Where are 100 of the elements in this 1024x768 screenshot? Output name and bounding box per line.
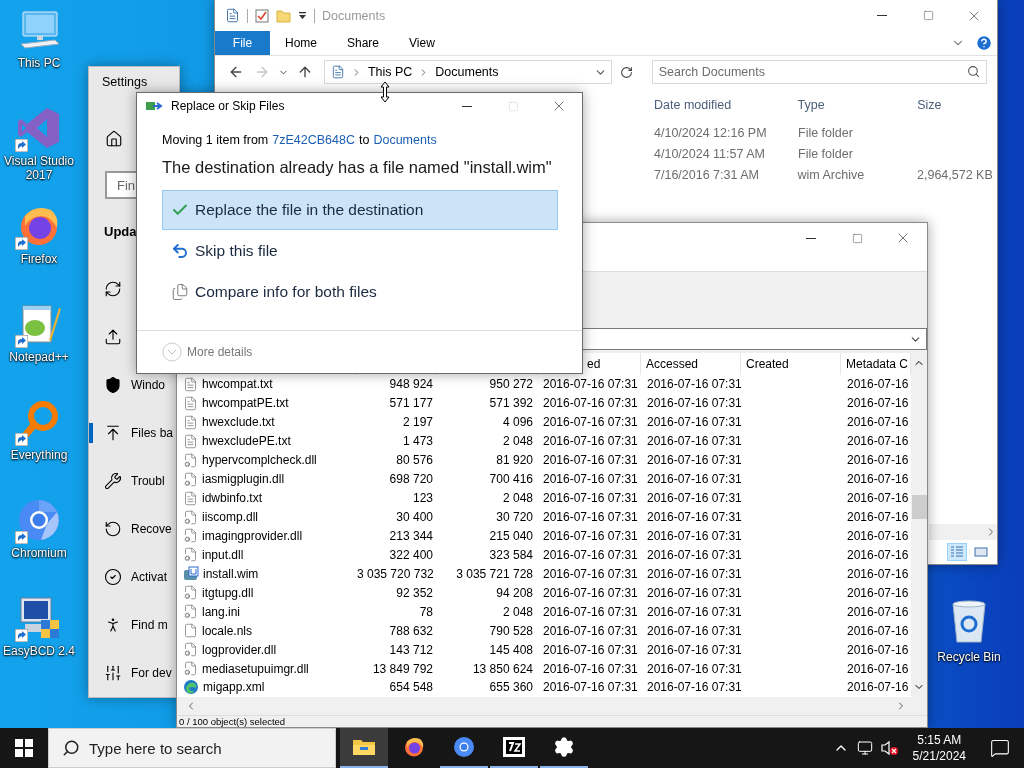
file-name[interactable]: input.dll [202,547,244,562]
table-cell-text: 213 344 [388,528,434,543]
more-details-button[interactable]: More details [162,342,253,362]
file-name[interactable]: hwexcludePE.txt [202,434,291,449]
table-cell-text: 2 197 [401,415,434,430]
minimize-icon [877,15,887,16]
search-field[interactable]: Type here to search [48,728,336,768]
column-header[interactable]: Date modified [646,98,790,112]
table-cell-text: wim Archive [796,167,866,182]
table-cell-text: 2016-07-16 07:31 [646,396,741,411]
horizontal-scrollbar[interactable] [929,524,997,540]
taskbar-app-button[interactable] [340,728,388,768]
file-name[interactable]: mediasetupuimgr.dll [202,661,309,676]
text-file-icon [183,376,198,392]
search-icon[interactable] [62,739,80,757]
nav-item[interactable]: Recove [131,522,172,536]
file-name[interactable]: iasmigplugin.dll [202,472,285,487]
maximize-icon [922,10,934,21]
file-name[interactable]: idwbinfo.txt [202,491,263,506]
ribbon-tab[interactable]: Share [332,31,395,55]
nav-item[interactable]: Activat [131,570,167,584]
sync-icon[interactable] [104,280,122,298]
table-cell-text: 30 720 [495,510,534,525]
desktop-icon-label[interactable]: Recycle Bin [937,650,1001,664]
breadcrumb-item[interactable]: Documents [435,65,499,79]
clock-date[interactable]: 5/21/2024 [912,748,966,764]
breadcrumb-item[interactable]: This PC [367,65,413,79]
search-field[interactable]: Search Documents [651,60,987,84]
table-cell-text: 2016-07-16 [846,491,910,506]
nav-item[interactable]: For dev [131,666,172,680]
file-name[interactable]: migapp.xml [203,680,265,695]
column-header[interactable]: Type [789,98,910,112]
nav-item[interactable]: Windo [131,378,165,392]
dialog-option[interactable]: Replace the file in the destination [162,190,558,230]
nav-item[interactable]: Find m [131,618,168,632]
wrench-icon[interactable] [104,472,122,490]
gear-file-icon [183,547,198,563]
scrollbar-thumb[interactable] [911,495,927,519]
address-bar[interactable]: This PC Documents [323,60,612,84]
window-title: Settings [101,74,149,91]
chromium-icon [452,735,476,759]
sliders-icon[interactable] [104,664,122,682]
notifications-icon[interactable] [990,738,1010,758]
table-cell-text: 323 584 [488,547,534,562]
text-file-icon [183,395,198,411]
table-cell-text: 7/16/2016 7:31 AM [653,167,760,182]
file-name[interactable]: install.wim [203,566,259,581]
home-icon[interactable] [105,130,123,148]
file-name[interactable]: hwcompat.txt [202,377,273,392]
nav-item[interactable]: Files ba [131,426,174,440]
column-header[interactable]: Created [746,357,789,371]
search-icon[interactable] [967,65,980,78]
checkbox-icon[interactable] [255,8,269,23]
file-name[interactable]: itgtupg.dll [202,585,254,600]
file-name[interactable]: lang.ini [202,604,241,619]
ribbon-tab[interactable]: View [394,31,450,55]
file-name[interactable]: iiscomp.dll [202,510,258,525]
vertical-scrollbar[interactable] [911,353,927,697]
shortcut-arrow-icon [15,433,28,446]
file-name[interactable]: imagingprovider.dll [202,528,303,543]
file-name[interactable]: hwcompatPE.txt [202,396,289,411]
file-tab[interactable]: File [215,31,270,55]
table-cell-text: 3 035 720 732 [357,566,435,581]
shield-icon[interactable] [104,376,122,394]
muted-speaker-icon[interactable] [880,740,899,756]
table-cell-text: 2016-07-16 07:31 [646,661,741,676]
circular-arrow-icon[interactable] [104,520,122,538]
dialog-option[interactable]: Skip this file [162,231,558,271]
dialog-option[interactable]: Compare info for both files [162,272,558,312]
document-icon[interactable] [225,8,240,23]
table-cell-text: 2016-07-16 07:31 [646,585,741,600]
destination-link[interactable]: Documents [373,133,437,147]
table-cell-text: 143 712 [388,642,434,657]
arrow-up-bar-icon[interactable] [104,424,122,442]
nav-item[interactable]: Troubl [131,474,165,488]
document-icon [330,65,345,79]
column-header[interactable]: Size [909,98,997,112]
dropdown-icon[interactable] [298,11,307,20]
column-header[interactable]: ed [587,357,601,371]
column-header[interactable]: Accessed [646,357,699,371]
table-cell-text: 654 548 [388,680,434,695]
table-cell-text: 2016-07-16 [846,396,910,411]
ribbon-tab[interactable]: Home [270,31,332,55]
table-cell-text: 948 924 [388,377,434,392]
file-name[interactable]: locale.nls [202,623,253,638]
clock-time[interactable]: 5:15 AM [917,732,962,748]
table-cell-text: 698 720 [388,472,434,487]
table-cell-text: 2,964,572 KB [916,167,994,182]
check-circle-icon[interactable] [104,568,122,586]
dialog-title: Replace or Skip Files [171,99,286,113]
table-cell-text: 2016-07-16 07:31 [646,472,741,487]
column-header[interactable]: Metadata C [846,357,909,371]
file-name[interactable]: logprovider.dll [202,642,277,657]
source-link[interactable]: 7zE42CB648C [272,133,355,147]
table-cell-text: 2 048 [501,434,534,449]
help-icon[interactable] [975,34,993,52]
gear-file-icon [183,585,198,601]
file-name[interactable]: hwexclude.txt [202,415,275,430]
file-name[interactable]: hypervcomplcheck.dll [202,453,317,468]
network-icon[interactable] [856,740,873,756]
